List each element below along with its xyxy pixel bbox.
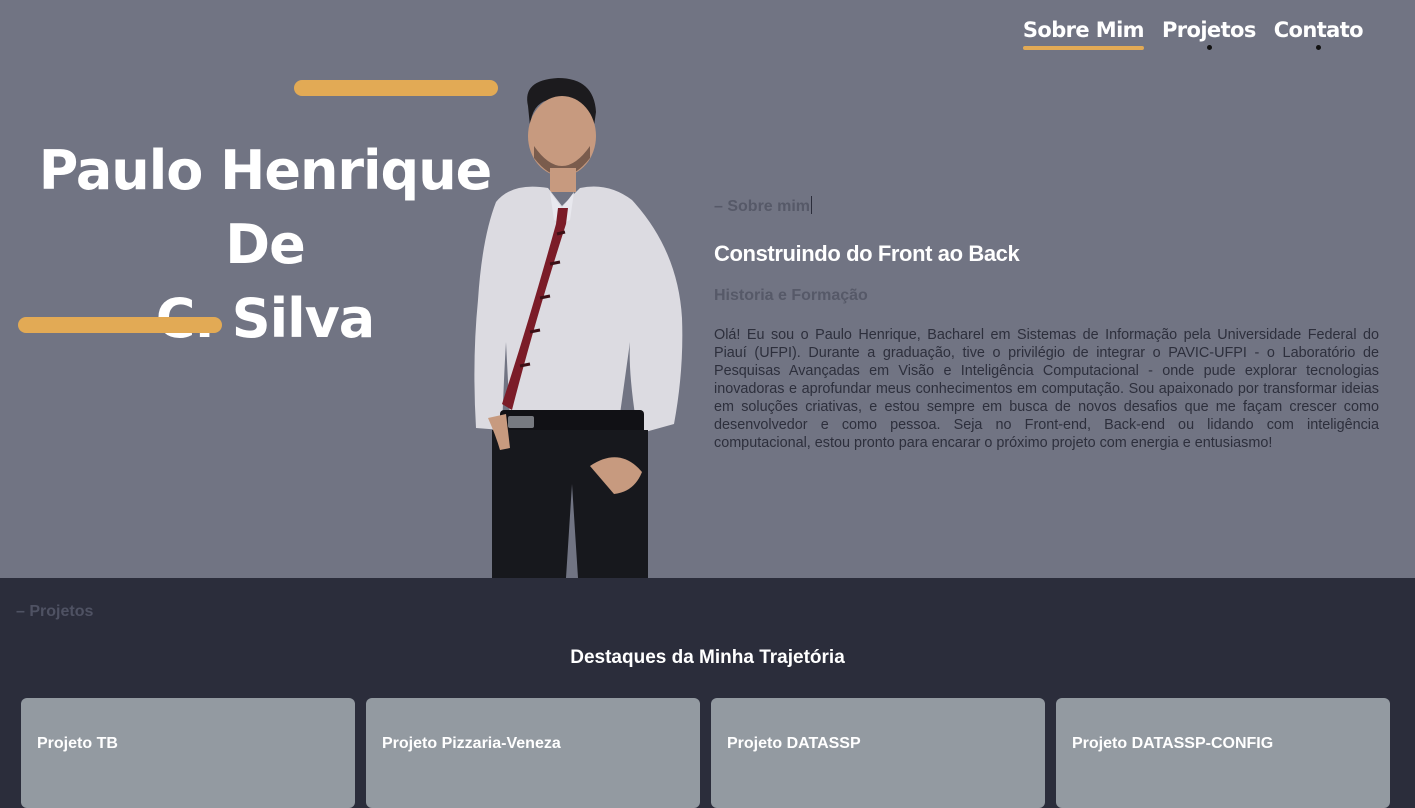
nav-projetos[interactable]: Projetos [1162,18,1256,50]
project-card-title: Projeto DATASSP [727,735,861,752]
accent-bar-bottom [18,317,222,333]
project-card-title: Projeto TB [37,735,118,752]
about-title: Construindo do Front ao Back [714,241,1020,266]
profile-photo [474,78,683,578]
nav-contato[interactable]: Contato [1274,18,1364,50]
projects-title: Destaques da Minha Trajetória [570,647,845,668]
accent-bar-top [294,80,498,96]
projects-section: – Projetos Destaques da Minha Trajetória… [0,578,1415,808]
project-card-pizzaria-veneza[interactable]: Projeto Pizzaria-Veneza [366,698,700,808]
text-cursor-icon [811,196,813,214]
hero-name-line1: Paulo Henrique De [38,139,493,276]
hero-section: Sobre Mim Projetos Contato Paulo Henriqu… [0,0,1415,578]
project-cards: Projeto TB Projeto Pizzaria-Veneza Proje… [21,698,1390,808]
projects-tag: – Projetos [16,603,94,620]
nav-sobre-mim[interactable]: Sobre Mim [1022,18,1145,50]
about-subtitle: Historia e Formação [714,287,868,304]
project-card-title: Projeto Pizzaria-Veneza [382,735,561,752]
about-section: – Sobre mim Construindo do Front ao Back… [714,196,1379,452]
project-card-datassp[interactable]: Projeto DATASSP [711,698,1045,808]
about-body: Olá! Eu sou o Paulo Henrique, Bacharel e… [714,327,1379,451]
top-nav: Sobre Mim Projetos Contato [1022,18,1364,50]
project-card-datassp-config[interactable]: Projeto DATASSP-CONFIG [1056,698,1390,808]
project-card-tb[interactable]: Projeto TB [21,698,355,808]
project-card-title: Projeto DATASSP-CONFIG [1072,735,1274,752]
about-tag: – Sobre mim [714,196,813,215]
